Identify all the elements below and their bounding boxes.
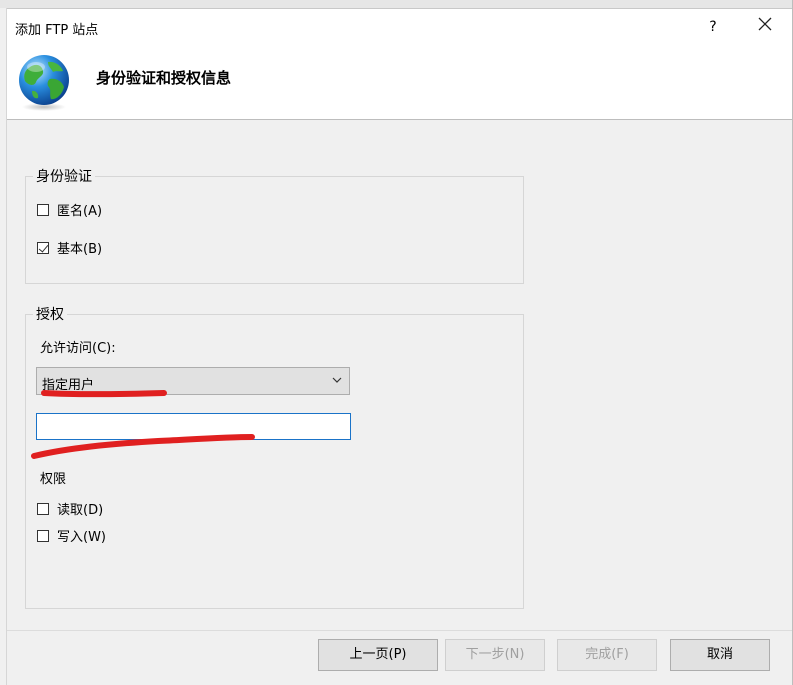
write-checkbox[interactable] xyxy=(37,529,49,542)
authorization-group-title: 授权 xyxy=(33,304,67,324)
cancel-button[interactable]: 取消 xyxy=(670,639,770,671)
window-title: 添加 FTP 站点 xyxy=(15,23,99,38)
help-button[interactable]: ? xyxy=(703,17,723,37)
chevron-down-icon xyxy=(332,377,342,383)
anonymous-checkbox[interactable] xyxy=(37,203,49,216)
finish-button[interactable]: 完成(F) xyxy=(557,639,657,671)
previous-button[interactable]: 上一页(P) xyxy=(318,639,438,671)
globe-icon xyxy=(19,55,69,111)
read-checkbox[interactable] xyxy=(37,502,49,515)
next-button[interactable]: 下一步(N) xyxy=(445,639,545,671)
footer-divider xyxy=(7,630,792,631)
allow-access-dropdown[interactable]: 指定用户 xyxy=(36,367,350,395)
dialog-header: 添加 FTP 站点 ? 身份验证和授权信息 xyxy=(7,9,792,120)
authentication-group xyxy=(25,176,524,284)
anonymous-checkbox-row[interactable]: 匿名(A) xyxy=(37,200,102,219)
anonymous-label: 匿名(A) xyxy=(57,204,103,219)
authorization-group xyxy=(25,314,524,609)
page-heading: 身份验证和授权信息 xyxy=(96,69,232,87)
read-checkbox-row[interactable]: 读取(D) xyxy=(37,499,103,518)
close-icon xyxy=(758,17,772,31)
user-input[interactable] xyxy=(36,413,351,440)
basic-label: 基本(B) xyxy=(57,242,103,257)
permissions-label: 权限 xyxy=(40,472,67,487)
allow-access-value: 指定用户 xyxy=(42,378,95,393)
window-top-edge xyxy=(0,0,793,9)
close-button[interactable] xyxy=(755,17,775,37)
window-left-edge xyxy=(0,8,7,685)
read-label: 读取(D) xyxy=(57,503,104,518)
write-label: 写入(W) xyxy=(57,530,106,545)
basic-checkbox[interactable] xyxy=(37,241,49,254)
basic-checkbox-row[interactable]: 基本(B) xyxy=(37,238,102,257)
write-checkbox-row[interactable]: 写入(W) xyxy=(37,526,106,545)
allow-access-label: 允许访问(C): xyxy=(40,341,116,356)
authentication-group-title: 身份验证 xyxy=(33,166,95,186)
